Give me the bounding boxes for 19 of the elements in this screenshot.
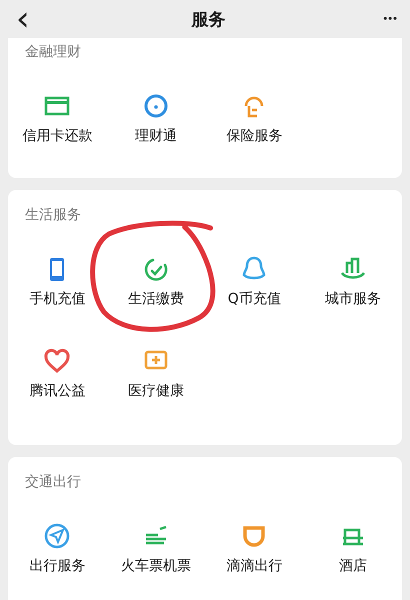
service-label: 腾讯公益 (29, 382, 86, 401)
service-label: 手机充值 (29, 290, 86, 309)
section-title: 金融理财 (24, 43, 82, 62)
section-title: 交通出行 (24, 473, 82, 492)
service-label: 城市服务 (324, 290, 381, 309)
more-button[interactable]: ••• (383, 13, 398, 25)
service-label: Q币充值 (228, 290, 281, 309)
section-title: 生活服务 (24, 206, 82, 225)
service-label: 信用卡还款 (22, 127, 92, 146)
service-label: 医疗健康 (128, 382, 184, 401)
page-title: 服务 (192, 8, 226, 30)
service-label: 出行服务 (29, 557, 86, 576)
service-label: 滴滴出行 (226, 557, 282, 576)
service-label: 理财通 (134, 127, 177, 146)
service-label: 酒店 (338, 557, 367, 576)
service-label: 保险服务 (226, 127, 282, 146)
back-button[interactable]: ‹ (12, 4, 34, 34)
service-label: 生活缴费 (128, 290, 184, 309)
service-label: 火车票机票 (120, 557, 191, 576)
